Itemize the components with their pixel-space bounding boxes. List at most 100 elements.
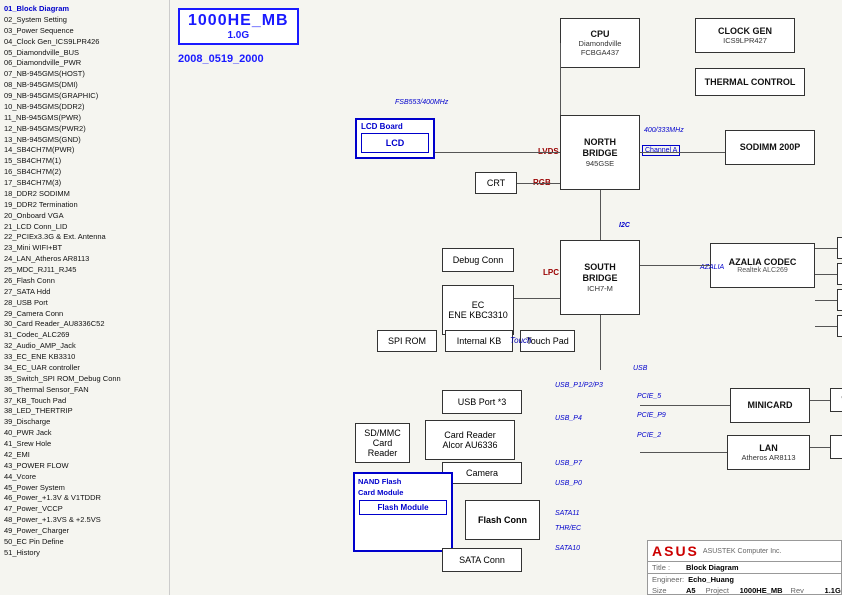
asus-logo: ASUS [652, 543, 699, 559]
eng-value: Echo_Huang [688, 575, 734, 584]
sb-title2: BRIDGE [582, 273, 617, 284]
northbridge-block: NORTH BRIDGE 945GSE [560, 115, 640, 190]
sidebar-item-48[interactable]: 49_Power_Charger [2, 526, 167, 537]
sidebar-item-28[interactable]: 29_Camera Conn [2, 309, 167, 320]
sidebar-item-34[interactable]: 35_Switch_SPI ROM_Debug Conn [2, 374, 167, 385]
sidebar-item-9[interactable]: 10_NB-945GMS(DDR2) [2, 102, 167, 113]
lpc-signal: LPC [543, 268, 559, 277]
project-label: Project Name [706, 586, 736, 595]
sidebar-item-32[interactable]: 33_EC_ENE KB3310 [2, 352, 167, 363]
sdmmc-title3: Reader [368, 448, 398, 458]
sidebar-item-50[interactable]: 51_History [2, 548, 167, 559]
usb-p0-label: USB_P0 [555, 480, 582, 487]
debug-conn-block: Debug Conn [442, 248, 514, 272]
usb-signal-top: USB [633, 365, 647, 372]
sidebar-item-8[interactable]: 09_NB-945GMS(GRAPHIC) [2, 91, 167, 102]
usb-p4-label: USB_P4 [555, 415, 582, 422]
usb-port3-block: USB Port *3 [442, 390, 522, 414]
minicard-title: MINICARD [748, 400, 793, 411]
sidebar-item-15[interactable]: 16_SB4CH7M(2) [2, 167, 167, 178]
azalia-speaker-line [815, 274, 837, 275]
sidebar-item-43[interactable]: 44_Vcore [2, 472, 167, 483]
title-label: Title : [652, 563, 682, 572]
realtek-sub: Realtek ALC269 [737, 267, 788, 274]
sidebar-item-29[interactable]: 30_Card Reader_AU8336C52 [2, 319, 167, 330]
rev-value: 1.1G [825, 586, 841, 595]
sidebar-item-16[interactable]: 17_SB4CH7M(3) [2, 178, 167, 189]
sidebar-item-2[interactable]: 03_Power Sequence [2, 26, 167, 37]
nand-inner-label: Flash Module [377, 503, 428, 512]
cpu-block: CPU Diamondville FCBGA437 [560, 18, 640, 68]
sidebar-item-38[interactable]: 39_Discharge [2, 417, 167, 428]
sidebar-item-46[interactable]: 47_Power_VCCP [2, 504, 167, 515]
sata10-label: SATA10 [555, 545, 580, 552]
sidebar-item-10[interactable]: 11_NB-945GMS(PWR) [2, 113, 167, 124]
sidebar-item-21[interactable]: 22_PCIEx3.3G & Ext. Antenna [2, 232, 167, 243]
cardreader-title: Card Reader [444, 430, 496, 440]
sidebar-item-3[interactable]: 04_Clock Gen_ICS9LPR426 [2, 37, 167, 48]
sidebar-item-47[interactable]: 48_Power_+1.3VS & +2.5VS [2, 515, 167, 526]
camera-block: Camera [442, 462, 522, 484]
sidebar-item-27[interactable]: 28_USB Port [2, 298, 167, 309]
sidebar-item-44[interactable]: 45_Power System [2, 483, 167, 494]
asus-company: ASUSTEK Computer Inc. [703, 548, 782, 555]
sidebar-item-5[interactable]: 06_Diamondville_PWR [2, 58, 167, 69]
sidebar-item-0[interactable]: 01_Block Diagram [2, 4, 167, 15]
azalia-block: AZALIA CODEC Realtek ALC269 [710, 243, 815, 288]
sidebar-item-39[interactable]: 40_PWR Jack [2, 428, 167, 439]
lan-block: LAN Atheros AR8113 [727, 435, 810, 470]
sidebar-item-26[interactable]: 27_SATA Hdd [2, 287, 167, 298]
sidebar-item-41[interactable]: 42_EMI [2, 450, 167, 461]
sidebar-item-7[interactable]: 08_NB-945GMS(DMI) [2, 80, 167, 91]
sidebar-item-49[interactable]: 50_EC Pin Define [2, 537, 167, 548]
sidebar-item-40[interactable]: 41_Srew Hole [2, 439, 167, 450]
main-schematic-area: 1000HE_MB 1.0G 2008_0519_2000 CPU Diamon… [170, 0, 842, 595]
sidebar-item-36[interactable]: 37_KB_Touch Pad [2, 396, 167, 407]
sidebar-item-17[interactable]: 18_DDR2 SODIMM [2, 189, 167, 200]
size-label: Size [652, 586, 682, 595]
sidebar-item-13[interactable]: 14_SB4CH7M(PWR) [2, 145, 167, 156]
sidebar-item-22[interactable]: 23_Mini WIFI+BT [2, 243, 167, 254]
sidebar-item-23[interactable]: 24_LAN_Atheros AR8113 [2, 254, 167, 265]
page-wrapper: 01_Block Diagram02_System Setting03_Powe… [0, 0, 842, 595]
minicard-wlan-line [810, 400, 830, 401]
sb-sub: ICH7-M [587, 284, 613, 293]
nand-inner-block: Flash Module [359, 500, 447, 515]
lan-title: LAN [759, 443, 778, 454]
lcd-board-label: LCD Board [359, 122, 431, 131]
sidebar-item-11[interactable]: 12_NB-945GMS(PWR2) [2, 124, 167, 135]
ec-title: EC [472, 300, 485, 310]
i2c-signal: I2C [619, 222, 630, 229]
sidebar-item-18[interactable]: 19_DDR2 Termination [2, 200, 167, 211]
sidebar-item-1[interactable]: 02_System Setting [2, 15, 167, 26]
title-block-wrapper: 1000HE_MB 1.0G 2008_0519_2000 [178, 8, 299, 65]
sidebar-item-4[interactable]: 05_Diamondville_BUS [2, 48, 167, 59]
sb-bottom-line [600, 315, 601, 370]
sidebar-item-6[interactable]: 07_NB-945GMS(HOST) [2, 69, 167, 80]
sidebar-item-12[interactable]: 13_NB-945GMS(GND) [2, 135, 167, 146]
crt-title: CRT [487, 178, 505, 188]
sidebar-item-31[interactable]: 32_Audio_AMP_Jack [2, 341, 167, 352]
sidebar-item-24[interactable]: 25_MDC_RJ11_RJ45 [2, 265, 167, 276]
title-value: Block Diagram [686, 563, 739, 572]
sidebar-item-45[interactable]: 46_Power_+1.3V & V1TDDR [2, 493, 167, 504]
rev-label: Rev [791, 586, 821, 595]
sidebar-item-19[interactable]: 20_Onboard VGA [2, 211, 167, 222]
camera-title: Camera [466, 468, 498, 478]
sidebar-item-42[interactable]: 43_POWER FLOW [2, 461, 167, 472]
cardreader-sub: Alcor AU6336 [442, 440, 497, 450]
sidebar-item-33[interactable]: 34_EC_UAR controller [2, 363, 167, 374]
nand-outer-label2: Card Module [357, 487, 449, 498]
sidebar-item-37[interactable]: 38_LED_THERTRIP [2, 406, 167, 417]
sidebar-item-20[interactable]: 21_LCD Conn_LID [2, 222, 167, 233]
sidebar-item-25[interactable]: 26_Flash Conn [2, 276, 167, 287]
lcd-nb-line [435, 152, 560, 153]
sidebar: 01_Block Diagram02_System Setting03_Powe… [0, 0, 170, 595]
sata-conn-block: SATA Conn [442, 548, 522, 572]
southbridge-block: SOUTH BRIDGE ICH7-M [560, 240, 640, 315]
sidebar-item-14[interactable]: 15_SB4CH7M(1) [2, 156, 167, 167]
sidebar-item-30[interactable]: 31_Codec_ALC269 [2, 330, 167, 341]
asus-footer: ASUS ASUSTEK Computer Inc. Title : Block… [647, 540, 842, 595]
sidebar-item-35[interactable]: 36_Thermal Sensor_FAN [2, 385, 167, 396]
line-out-block: LINE OUT [837, 237, 842, 259]
